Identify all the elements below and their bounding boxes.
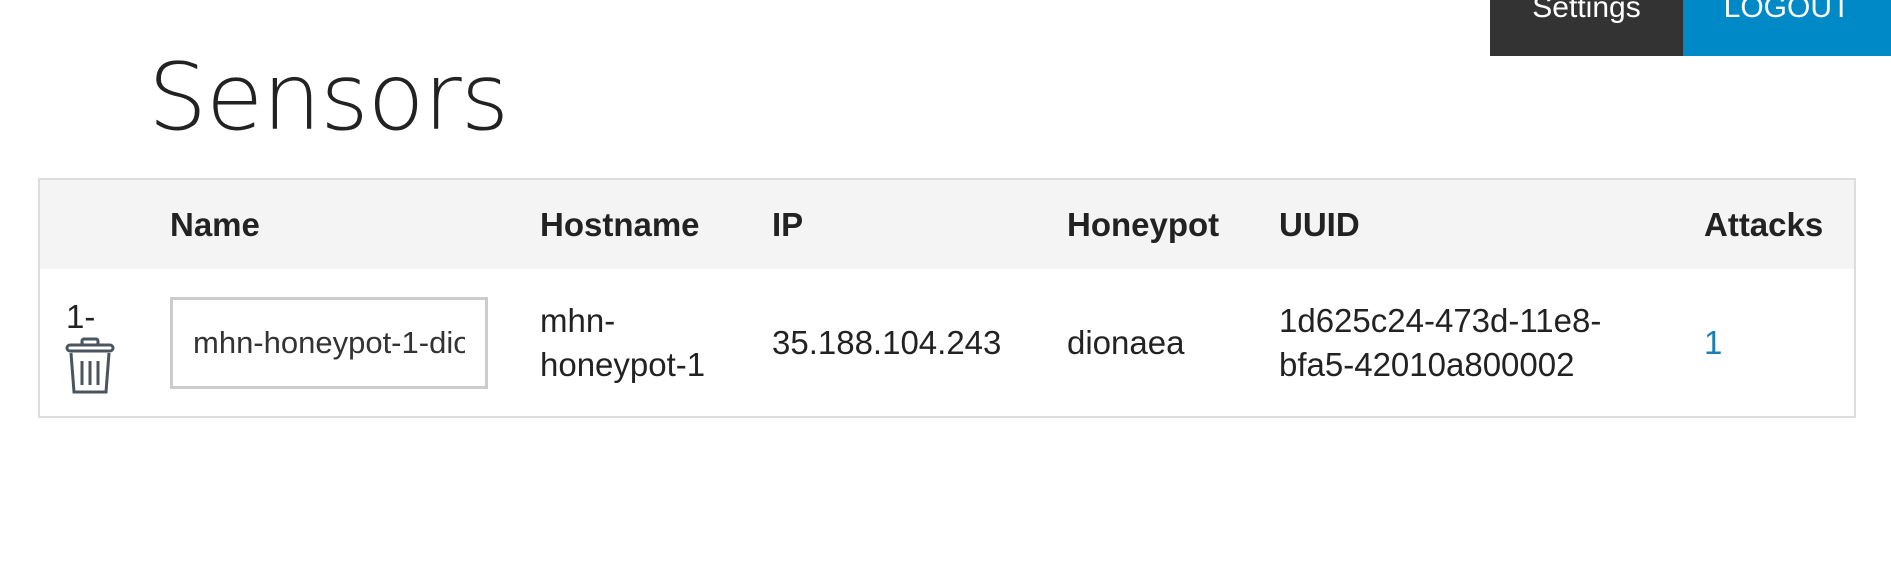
sensor-uuid-line2: bfa5-42010a800002	[1279, 345, 1575, 383]
header-name: Name	[170, 205, 260, 243]
sensor-name-cell	[170, 269, 540, 417]
sensor-name-input[interactable]	[170, 296, 488, 389]
page-title: Sensors	[148, 43, 509, 151]
top-navigation: Settings LOGOUT	[1490, 0, 1891, 56]
sensor-hostname-line1: mhn-	[540, 301, 616, 339]
header-attacks: Attacks	[1704, 205, 1824, 243]
header-honeypot: Honeypot	[1067, 205, 1220, 243]
logout-button[interactable]: LOGOUT	[1683, 0, 1891, 56]
header-uuid: UUID	[1279, 205, 1360, 243]
sensor-attacks-cell: 1	[1704, 269, 1855, 417]
sensor-hostname-line2: honeypot-1	[540, 345, 706, 383]
header-actions	[39, 179, 170, 269]
sensor-uuid-line1: 1d625c24-473d-11e8-	[1279, 301, 1602, 339]
sensor-actions-cell: 1-	[39, 269, 170, 417]
table-row: 1- mhn- honeypot-1-dionaea mhn- honeypot…	[39, 269, 1855, 417]
sensor-ip: 35.188.104.243	[772, 323, 1002, 361]
header-ip: IP	[772, 205, 804, 243]
settings-button[interactable]: Settings	[1490, 0, 1683, 56]
logout-button-label: LOGOUT	[1723, 0, 1851, 24]
settings-button-label: Settings	[1532, 0, 1641, 24]
sensors-table: Name Hostname IP Honeypot UUID Attacks 1…	[38, 178, 1856, 418]
sensor-honeypot: dionaea	[1067, 323, 1185, 361]
sensor-hostname-cell: mhn- honeypot-1	[540, 269, 772, 417]
attacks-count-link[interactable]: 1	[1704, 324, 1722, 361]
trash-icon[interactable]	[64, 337, 116, 395]
table-header-row: Name Hostname IP Honeypot UUID Attacks	[39, 179, 1855, 269]
sensor-id: 1-	[66, 298, 96, 335]
sensor-uuid-cell: 1d625c24-473d-11e8- bfa5-42010a800002	[1279, 269, 1704, 417]
header-hostname: Hostname	[540, 205, 700, 243]
